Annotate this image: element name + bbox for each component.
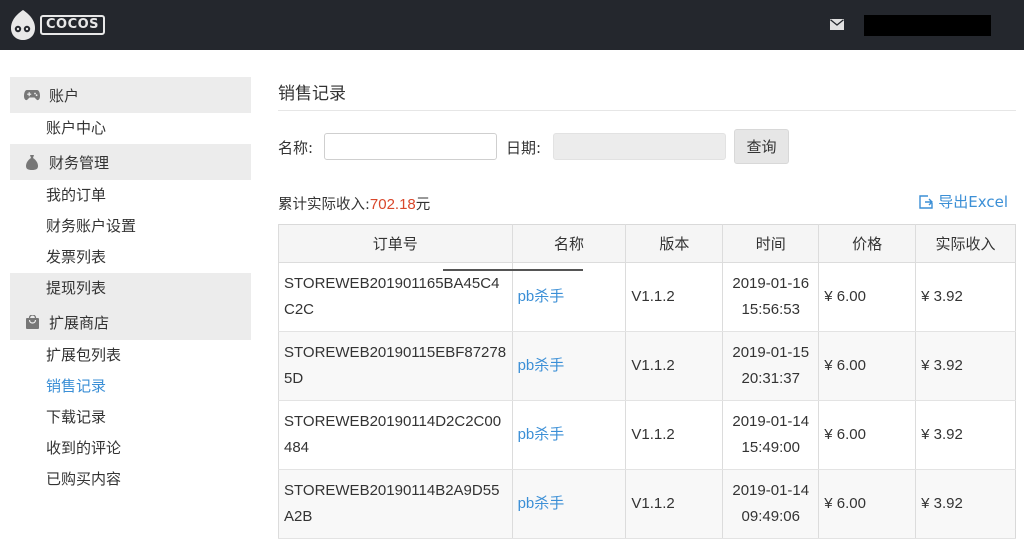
sidebar-group-extension-store[interactable]: 扩展商店 (10, 304, 251, 340)
income-label-wrap: 累计实际收入:702.18元 (278, 193, 430, 214)
export-label: 导出Excel (938, 193, 1008, 211)
sidebar-item-sales-records[interactable]: 销售记录 (10, 371, 251, 402)
export-excel-link[interactable]: 导出Excel (919, 191, 1008, 212)
cocos-logo-icon (11, 10, 35, 40)
cell-income: ¥ 3.92 (915, 400, 1016, 470)
cell-price: ¥ 6.00 (818, 331, 916, 401)
main-content: 销售记录 名称: 日期: 查询 累计实际收入:702.18元 导出Excel 订… (278, 77, 1016, 539)
cell-product-link[interactable]: pb杀手 (511, 400, 626, 470)
cell-version: V1.1.2 (625, 469, 723, 539)
cell-date: 2019-01-14 (732, 413, 810, 430)
col-header-order[interactable]: 订单号 (278, 224, 513, 263)
col-header-name[interactable]: 名称 (511, 224, 626, 263)
cell-time: 2019-01-14 09:49:06 (722, 469, 819, 539)
logo-text: COCOS (40, 15, 106, 35)
sidebar-item-finance-settings[interactable]: 财务账户设置 (10, 211, 251, 242)
money-bag-icon (24, 154, 40, 170)
query-button[interactable]: 查询 (734, 129, 789, 164)
export-icon (919, 194, 934, 209)
cell-income: ¥ 3.92 (915, 469, 1016, 539)
sidebar-item-invoices[interactable]: 发票列表 (10, 242, 251, 273)
sidebar: 账户 账户中心 财务管理 我的订单 财务账户设置 发票列表 提现列表 扩展商店 … (10, 77, 251, 495)
sales-table: 订单号 名称 版本 时间 价格 实际收入 STOREWEB201901165BA… (278, 224, 1016, 539)
sidebar-item-extension-list[interactable]: 扩展包列表 (10, 340, 251, 371)
sidebar-group-finance[interactable]: 财务管理 (10, 144, 251, 180)
col-header-time[interactable]: 时间 (722, 224, 819, 263)
sidebar-group-label: 扩展商店 (49, 313, 110, 332)
column-resize-indicator (443, 269, 583, 271)
sidebar-group-label: 账户 (49, 86, 80, 105)
cell-time: 2019-01-16 15:56:53 (722, 262, 819, 332)
table-row: STOREWEB20190114B2A9D55A2B pb杀手 V1.1.2 2… (278, 469, 1016, 539)
cell-product-link[interactable]: pb杀手 (511, 331, 626, 401)
cell-order-id: STOREWEB20190115EBF872785D (278, 331, 513, 401)
top-bar: COCOS (0, 0, 1024, 50)
cell-version: V1.1.2 (625, 262, 723, 332)
sidebar-item-downloads[interactable]: 下载记录 (10, 402, 251, 433)
cell-version: V1.1.2 (625, 400, 723, 470)
sidebar-item-my-orders[interactable]: 我的订单 (10, 180, 251, 211)
income-value: 702.18 (369, 196, 416, 213)
sidebar-group-label: 财务管理 (49, 153, 110, 172)
cell-clock: 15:49:00 (741, 439, 800, 456)
cell-date: 2019-01-16 (732, 275, 810, 292)
cell-clock: 15:56:53 (741, 301, 800, 318)
date-input[interactable] (553, 133, 726, 160)
sidebar-item-account-center[interactable]: 账户中心 (10, 113, 251, 144)
income-summary: 累计实际收入:702.18元 导出Excel (278, 191, 1016, 213)
income-label: 累计实际收入: (278, 197, 370, 213)
sidebar-item-purchased[interactable]: 已购买内容 (10, 464, 251, 495)
envelope-icon[interactable] (830, 19, 844, 30)
cell-date: 2019-01-14 (732, 482, 810, 499)
name-label: 名称: (278, 139, 314, 157)
col-header-version[interactable]: 版本 (625, 224, 723, 263)
cell-price: ¥ 6.00 (818, 262, 916, 332)
cell-price: ¥ 6.00 (818, 469, 916, 539)
cell-date: 2019-01-15 (732, 344, 810, 361)
search-form: 名称: 日期: 查询 (278, 129, 1016, 165)
name-input[interactable] (324, 133, 497, 160)
sidebar-item-reviews[interactable]: 收到的评论 (10, 433, 251, 464)
sidebar-group-account[interactable]: 账户 (10, 77, 251, 113)
cell-order-id: STOREWEB201901165BA45C4C2C (278, 262, 513, 332)
income-unit: 元 (415, 197, 431, 213)
table-row: STOREWEB20190115EBF872785D pb杀手 V1.1.2 2… (278, 331, 1016, 401)
table-header-row: 订单号 名称 版本 时间 价格 实际收入 (278, 224, 1016, 263)
cell-income: ¥ 3.92 (915, 262, 1016, 332)
gamepad-icon (24, 87, 40, 103)
user-name-redacted[interactable] (864, 15, 991, 36)
cell-order-id: STOREWEB20190114D2C2C00484 (278, 400, 513, 470)
sidebar-item-withdrawals[interactable]: 提现列表 (10, 273, 251, 304)
cell-product-link[interactable]: pb杀手 (511, 262, 626, 332)
cell-time: 2019-01-14 15:49:00 (722, 400, 819, 470)
page-title: 销售记录 (278, 77, 1016, 111)
cell-price: ¥ 6.00 (818, 400, 916, 470)
table-row: STOREWEB201901165BA45C4C2C pb杀手 V1.1.2 2… (278, 262, 1016, 332)
cocos-logo[interactable]: COCOS (8, 4, 106, 46)
cell-clock: 20:31:37 (741, 370, 800, 387)
cell-clock: 09:49:06 (741, 508, 800, 525)
col-header-income[interactable]: 实际收入 (915, 224, 1016, 263)
cell-product-link[interactable]: pb杀手 (511, 469, 626, 539)
table-row: STOREWEB20190114D2C2C00484 pb杀手 V1.1.2 2… (278, 400, 1016, 470)
shopping-bag-icon (24, 314, 40, 330)
cell-income: ¥ 3.92 (915, 331, 1016, 401)
col-header-price[interactable]: 价格 (818, 224, 916, 263)
date-label: 日期: (506, 139, 542, 157)
cell-time: 2019-01-15 20:31:37 (722, 331, 819, 401)
cell-order-id: STOREWEB20190114B2A9D55A2B (278, 469, 513, 539)
cell-version: V1.1.2 (625, 331, 723, 401)
